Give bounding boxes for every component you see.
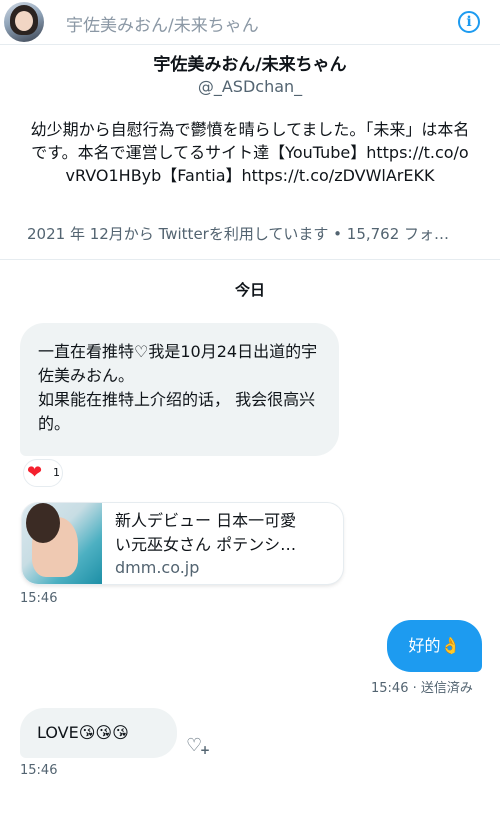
profile-handle[interactable]: @_ASDchan_	[0, 77, 500, 96]
message-bubble-incoming[interactable]: LOVE😘😘😘	[20, 708, 177, 758]
heart-icon: ❤	[27, 462, 43, 483]
message-bubble-incoming[interactable]: 一直在看推特♡我是10月24日出道的宇佐美みおん。 如果能在推特上介绍的话， 我…	[20, 323, 339, 456]
link-title: 新人デビュー 日本一可愛 い元巫女さん ポテンシ…	[115, 509, 333, 557]
link-domain: dmm.co.jp	[115, 558, 200, 577]
profile-bio: 幼少期から自慰行為で鬱憤を晴らしてました。「未来」は本名です。本名で運営してるサ…	[30, 120, 470, 185]
message-text: 一直在看推特♡我是10月24日出道的宇佐美みおん。 如果能在推特上介绍的话， 我…	[38, 342, 318, 433]
message-timestamp: 15:46	[20, 763, 58, 778]
avatar[interactable]	[4, 2, 44, 42]
avatar-face	[15, 11, 33, 31]
message-status: 15:46 · 送信済み	[371, 681, 473, 696]
link-preview-card[interactable]: 新人デビュー 日本一可愛 い元巫女さん ポテンシ… dmm.co.jp	[22, 503, 343, 584]
profile-name[interactable]: 宇佐美みおん/未来ちゃん	[0, 50, 500, 75]
link-title-line2: い元巫女さん ポテンシ…	[115, 535, 297, 554]
reaction-count: 1	[53, 466, 60, 479]
reaction-badge[interactable]: ❤ 1	[23, 459, 63, 487]
link-title-line1: 新人デビュー 日本一可愛	[115, 511, 297, 530]
header-title: 宇佐美みおん/未来ちゃん	[66, 16, 259, 36]
link-thumbnail	[22, 503, 102, 584]
info-icon[interactable]: i	[458, 11, 480, 33]
message-timestamp: 15:46	[20, 591, 58, 606]
profile-summary: 宇佐美みおん/未来ちゃん @_ASDchan_ 幼少期から自慰行為で鬱憤を晴らし…	[0, 45, 500, 260]
thumbnail-hair	[26, 503, 60, 543]
date-divider: 今日	[234, 281, 265, 299]
conversation-header: 宇佐美みおん/未来ちゃん i	[0, 0, 500, 45]
profile-meta: 2021 年 12月から Twitterを利用しています • 15,762 フォ…	[27, 225, 450, 243]
message-bubble-outgoing[interactable]: 好的👌	[387, 620, 482, 672]
add-reaction-icon[interactable]: ♡ +	[186, 736, 210, 758]
